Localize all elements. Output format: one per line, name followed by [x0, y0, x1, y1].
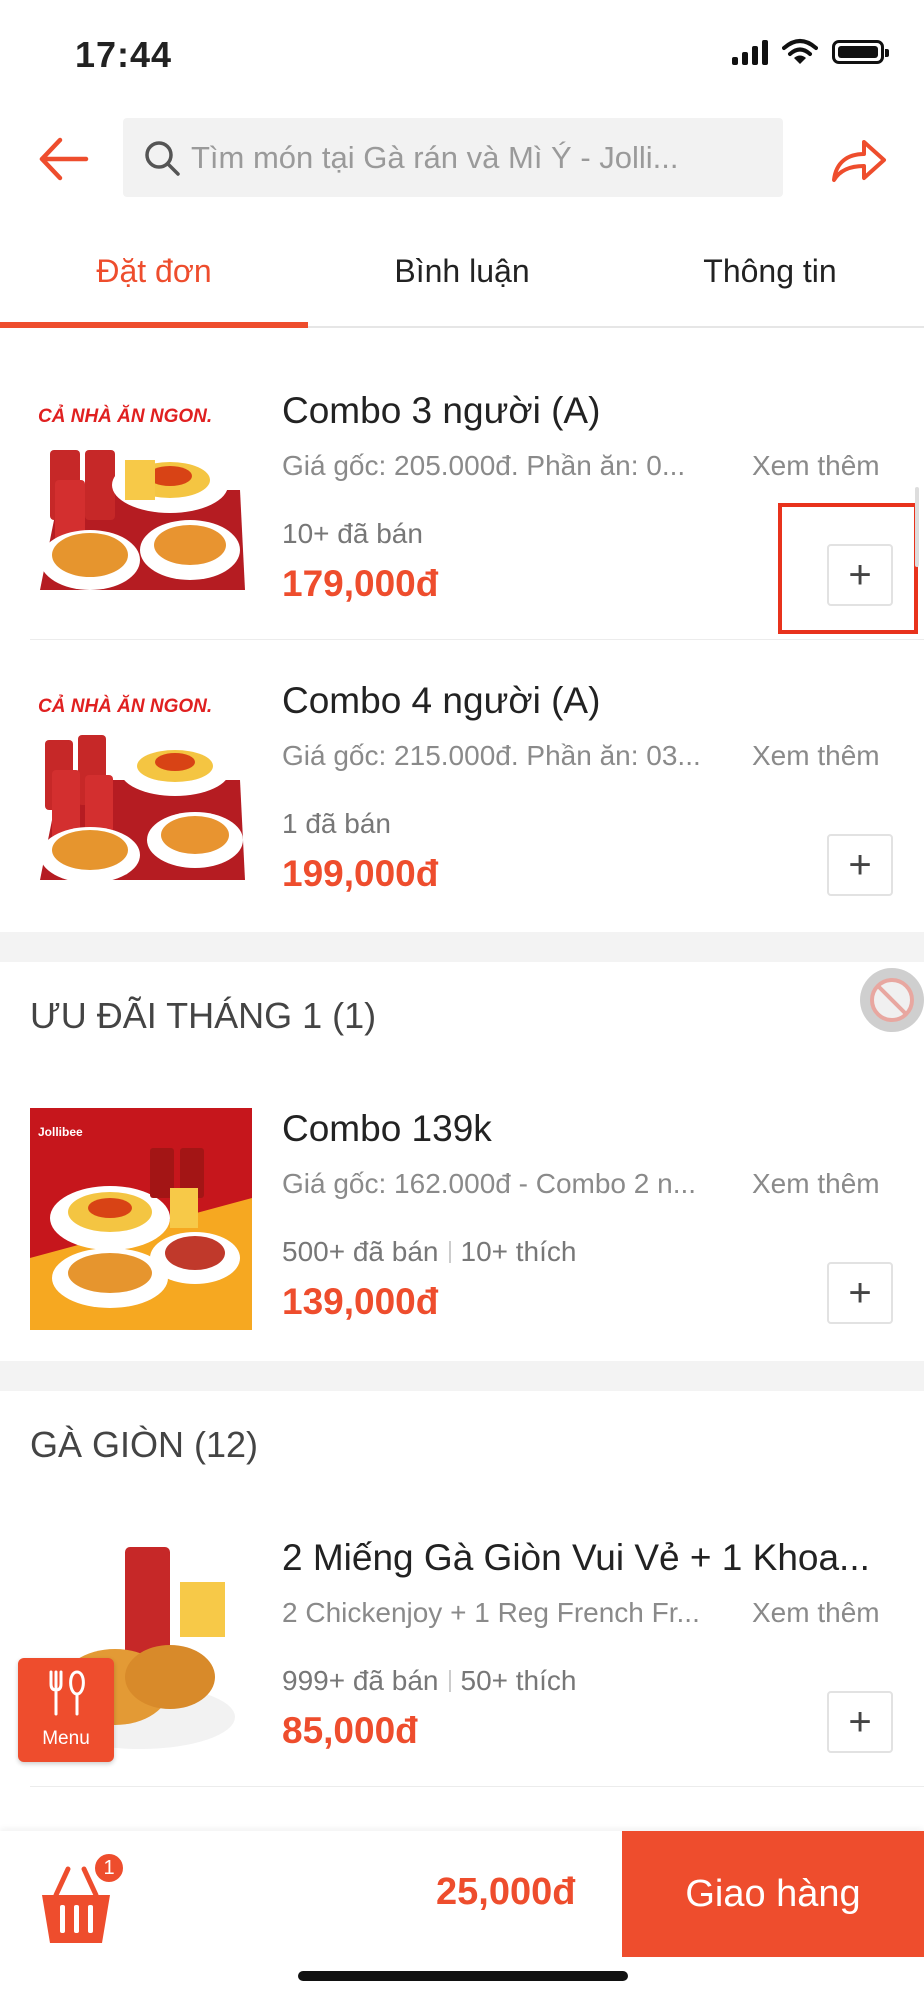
divider: [30, 1786, 924, 1787]
see-more-link[interactable]: Xem thêm: [752, 1168, 880, 1200]
item-description: Giá gốc: 215.000đ. Phần ăn: 03...: [282, 740, 701, 771]
add-to-cart-button[interactable]: +: [827, 1691, 893, 1753]
cart-total: 25,000đ: [436, 1871, 576, 1913]
item-description: Giá gốc: 162.000đ - Combo 2 n...: [282, 1168, 697, 1199]
brand-text: Jollibee: [38, 1125, 83, 1139]
item-name: 2 Miếng Gà Giòn Vui Vẻ + 1 Khoa...: [282, 1537, 870, 1578]
banner-text: CẢ NHÀ ĂN NGON.: [38, 405, 212, 427]
like-count: 10+ thích: [460, 1236, 577, 1267]
status-icons: [732, 38, 889, 66]
status-bar: 17:44: [0, 0, 924, 110]
top-bar: Tìm món tại Gà rán và Mì Ý - Jolli...: [0, 110, 924, 210]
menu-button-label: Menu: [42, 1728, 90, 1749]
wifi-icon: [782, 39, 818, 64]
search-input[interactable]: Tìm món tại Gà rán và Mì Ý - Jolli...: [123, 118, 783, 197]
tab-order[interactable]: Đặt đơn: [0, 236, 308, 328]
item-description: Giá gốc: 205.000đ. Phần ăn: 0...: [282, 450, 686, 481]
search-icon: [145, 140, 180, 176]
highlight-box: [778, 503, 918, 634]
tab-reviews[interactable]: Bình luận: [308, 236, 616, 326]
menu-item[interactable]: 2 Miếng Gà Giòn Vui Vẻ + 1 Khoa... 2 Chi…: [0, 1497, 924, 1787]
item-image: CẢ NHÀ ĂN NGON.: [30, 680, 252, 902]
item-price: 85,000đ: [282, 1710, 418, 1751]
menu-item[interactable]: CẢ NHÀ ĂN NGON. Combo 4 người (A) Giá gố…: [0, 640, 924, 930]
sold-count: 500+ đã bán 10+ thích: [282, 1236, 577, 1267]
cart-count-badge: 1: [92, 1851, 126, 1885]
add-to-cart-button[interactable]: +: [827, 834, 893, 896]
back-arrow-icon[interactable]: [34, 134, 94, 184]
add-to-cart-button[interactable]: +: [827, 1262, 893, 1324]
battery-icon: [832, 40, 889, 64]
fork-knife-icon: [49, 1670, 85, 1716]
like-count: 50+ thích: [460, 1665, 577, 1696]
item-description: 2 Chickenjoy + 1 Reg French Fr...: [282, 1597, 700, 1628]
share-icon[interactable]: [828, 136, 888, 186]
see-more-link[interactable]: Xem thêm: [752, 1597, 880, 1629]
item-name: Combo 139k: [282, 1108, 492, 1149]
banner-text: CẢ NHÀ ĂN NGON.: [38, 695, 212, 717]
menu-button[interactable]: Menu: [18, 1658, 114, 1762]
sold-count: 999+ đã bán 50+ thích: [282, 1665, 577, 1696]
section-title: ƯU ĐÃI THÁNG 1 (1): [30, 995, 377, 1036]
see-more-link[interactable]: Xem thêm: [752, 740, 880, 772]
tab-info[interactable]: Thông tin: [616, 236, 924, 326]
status-time: 17:44: [75, 34, 173, 75]
item-price: 139,000đ: [282, 1281, 439, 1322]
blocked-icon[interactable]: [860, 968, 924, 1032]
see-more-link[interactable]: Xem thêm: [752, 450, 880, 482]
cellular-signal-icon: [732, 39, 768, 65]
menu-item[interactable]: Jollibee Combo 139k Giá gốc: 162.000đ - …: [0, 1068, 924, 1358]
item-price: 199,000đ: [282, 853, 439, 894]
delivery-button[interactable]: Giao hàng: [622, 1831, 924, 1957]
search-placeholder: Tìm món tại Gà rán và Mì Ý - Jolli...: [191, 139, 679, 175]
item-name: Combo 4 người (A): [282, 680, 601, 721]
section-title: GÀ GIÒN (12): [30, 1424, 259, 1465]
item-price: 179,000đ: [282, 563, 439, 604]
item-image: CẢ NHÀ ĂN NGON.: [30, 390, 252, 612]
sold-count: 10+ đã bán: [282, 518, 423, 549]
sold-count: 1 đã bán: [282, 808, 391, 839]
section-gap: [0, 1361, 924, 1391]
item-image: Jollibee: [30, 1108, 252, 1330]
section-gap: [0, 932, 924, 962]
home-indicator: [298, 1971, 628, 1981]
item-name: Combo 3 người (A): [282, 390, 601, 431]
tab-bar: Đặt đơn Bình luận Thông tin: [0, 236, 924, 328]
scrollbar[interactable]: [915, 487, 919, 567]
